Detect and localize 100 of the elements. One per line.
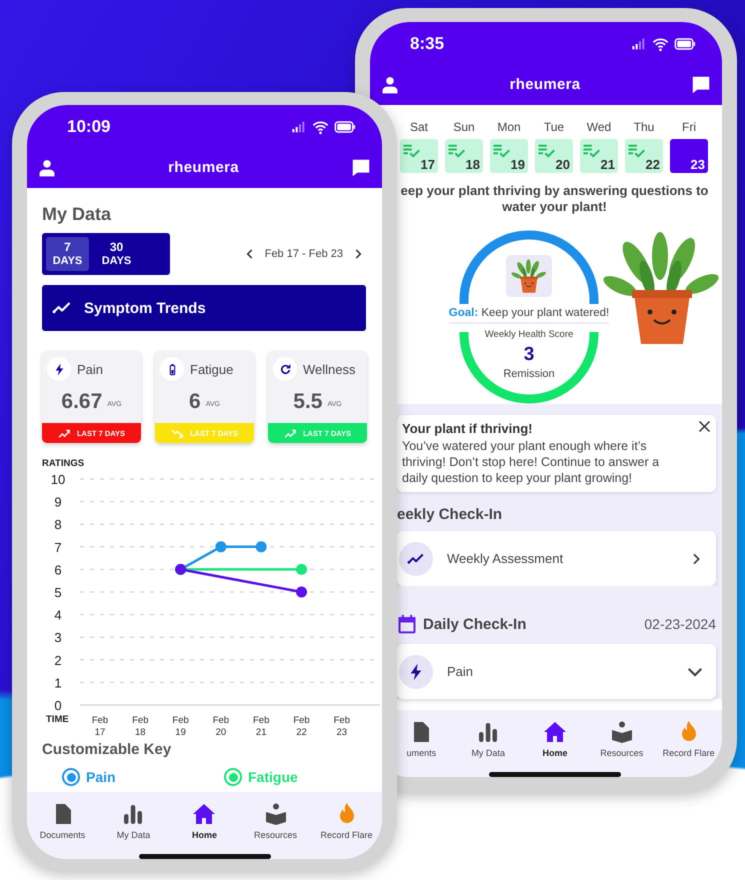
status-time: 8:35 [410, 34, 444, 54]
x-tick-label: Feb 20 [212, 715, 230, 738]
trend-up-icon [58, 426, 71, 440]
home-icon [192, 802, 216, 826]
page-title: My Data [42, 204, 112, 225]
x-tick-label: Feb 18 [132, 715, 148, 738]
x-tick-label: Feb 22 [293, 715, 310, 738]
day-label: Tue [544, 120, 564, 134]
day-chip[interactable]: 18 [445, 139, 483, 173]
y-tick-label: 2 [54, 652, 62, 668]
x-tick-label: Feb 21 [253, 715, 270, 738]
range-option[interactable]: 7 DAYS [46, 237, 89, 271]
day-label: Sun [453, 120, 475, 134]
tab-item[interactable]: Resources [600, 718, 644, 760]
calendar-icon [397, 614, 417, 634]
checklist-icon [627, 142, 645, 160]
day-label: Wed [586, 120, 612, 134]
section-title: Customizable Key [42, 741, 172, 758]
y-tick-label: 4 [54, 608, 62, 623]
axis-title: TIME [46, 714, 69, 725]
tab-item[interactable]: Home [192, 800, 217, 842]
day-label: Thu [634, 120, 654, 134]
date-range-text: Feb 17 - Feb 23 [264, 248, 343, 260]
key-label: Fatigue [248, 769, 298, 785]
day-label: Sat [410, 120, 428, 134]
tab-item[interactable]: Record Flare [662, 718, 715, 760]
goal-text: Goal: Keep your plant watered! [448, 306, 610, 324]
y-tick-label: 9 [54, 494, 62, 510]
y-tick-label: 10 [50, 472, 66, 487]
symptom-name: Wellness [303, 362, 356, 376]
data-point [296, 564, 307, 575]
average-value: 6.67 [61, 390, 102, 414]
tab-item[interactable]: Resources [254, 800, 298, 842]
symptom-trends-button[interactable]: Symptom Trends [42, 285, 366, 331]
symptom-name: Fatigue [190, 362, 234, 376]
section-title: eekly Check-In [397, 506, 504, 524]
checklist-icon [492, 142, 510, 160]
x-tick-label: Feb 19 [172, 715, 189, 738]
status-time: 10:09 [67, 117, 110, 137]
tab-item[interactable]: uments [406, 718, 436, 760]
checkin-item[interactable]: Pain [397, 644, 716, 700]
day-label: Mon [497, 120, 521, 134]
day-chip[interactable]: 21 [580, 139, 618, 173]
app-logo-text: rheumera [168, 159, 239, 176]
y-tick-label: 6 [54, 562, 62, 578]
day-label: Fri [682, 120, 696, 134]
tab-item[interactable]: My Data [116, 800, 150, 842]
day-chip[interactable]: 22 [625, 139, 663, 173]
reader-icon [610, 720, 634, 744]
wifi-icon [312, 118, 329, 136]
radio-button[interactable] [62, 768, 80, 786]
signal-icon [631, 36, 647, 52]
checklist-icon [447, 142, 465, 160]
date-text: 02-23-2024 [644, 616, 716, 632]
refresh-icon [278, 362, 292, 376]
range-option[interactable]: 30 DAYS [95, 237, 138, 271]
data-point [215, 541, 226, 552]
day-number: 17 [420, 157, 435, 172]
tab-item[interactable]: Home [542, 718, 568, 760]
axis-title: RATINGS [42, 458, 84, 469]
key-label: Pain [86, 769, 116, 785]
profile-icon[interactable] [380, 74, 400, 94]
checklist-icon [402, 142, 420, 160]
day-number: 21 [600, 157, 615, 172]
tab-item[interactable]: Documents [40, 800, 86, 842]
score-status: Remission [503, 368, 555, 380]
y-tick-label: 3 [54, 630, 62, 646]
average-value: 6 [189, 390, 201, 414]
close-button[interactable] [697, 418, 712, 434]
day-number: 18 [466, 157, 480, 172]
y-tick-label: 0 [54, 698, 62, 713]
symptom-name: Pain [77, 362, 104, 376]
score-label: Weekly Health Score [484, 328, 574, 340]
tab-item[interactable]: My Data [471, 718, 505, 760]
checklist-icon [582, 142, 600, 160]
x-tick-label: Feb 23 [334, 715, 350, 738]
day-chip[interactable]: 17 [400, 139, 438, 173]
data-point [296, 586, 307, 598]
y-tick-label: 5 [54, 585, 62, 600]
day-chip[interactable]: 19 [490, 139, 528, 173]
prompt-text: eep your plant thriving by answering questions to water your plant! [400, 183, 710, 216]
trend-up-icon [284, 426, 297, 440]
checklist-icon [537, 142, 555, 160]
data-point [256, 541, 267, 552]
radio-button[interactable] [224, 768, 242, 786]
home-icon [542, 720, 567, 744]
close-icon [697, 418, 712, 434]
score-value: 3 [524, 344, 534, 366]
x-tick-label: Feb 17 [92, 715, 108, 738]
app-logo-text: rheumera [510, 76, 580, 93]
assessment-item[interactable]: Weekly Assessment [397, 531, 716, 586]
average-value: 5.5 [293, 390, 322, 414]
y-tick-label: 1 [54, 675, 62, 690]
day-chip[interactable]: 20 [535, 139, 573, 173]
signal-icon [291, 119, 307, 135]
day-number: 20 [556, 157, 570, 172]
reader-icon [264, 802, 288, 826]
tab-item[interactable]: Record Flare [320, 800, 373, 842]
profile-icon[interactable] [37, 158, 57, 178]
day-chip[interactable]: 23 [670, 139, 708, 173]
